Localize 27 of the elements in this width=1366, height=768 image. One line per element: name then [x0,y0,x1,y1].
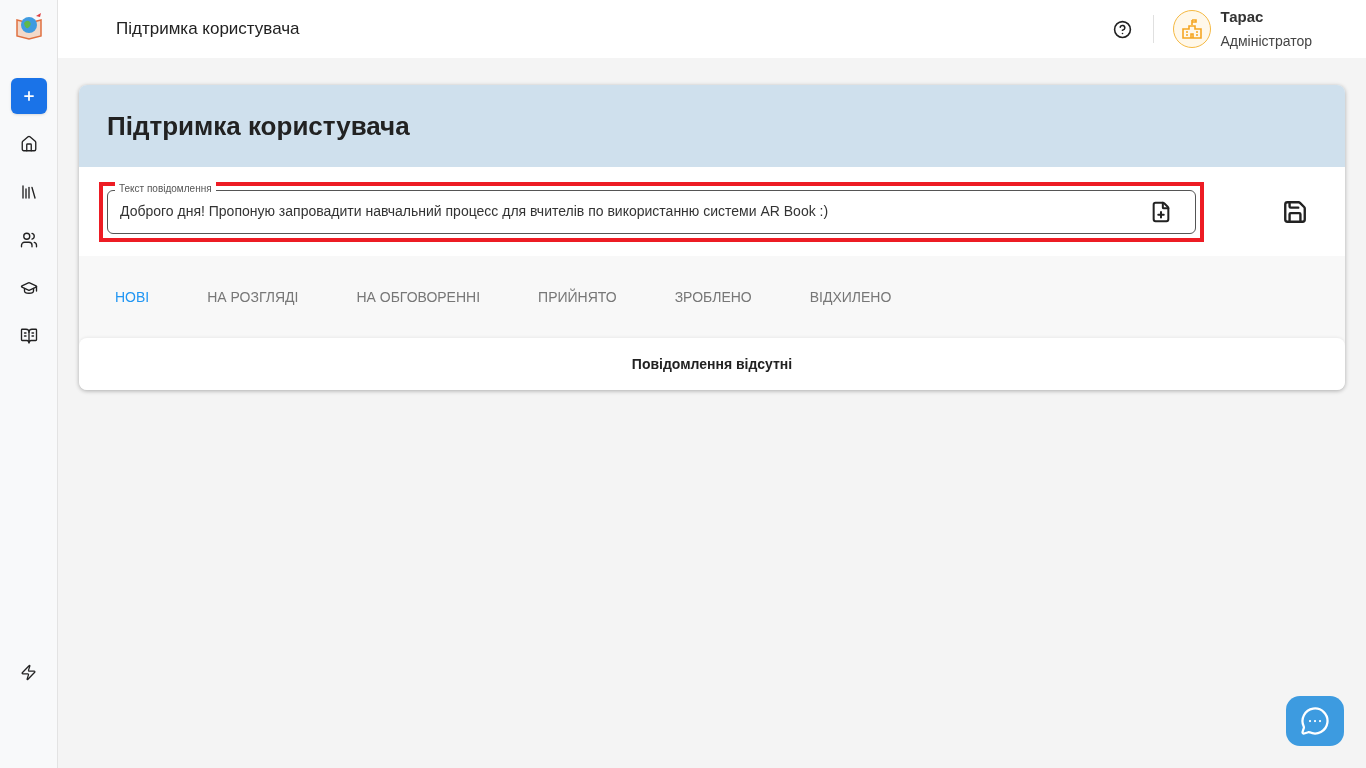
home-icon [19,135,38,153]
message-text: Доброго дня! Пропоную запровадити навчальний процесс для вчителів по використанню системи AR Book :) [120,202,829,221]
book-icon [19,327,38,345]
globe-book-logo[interactable] [13,12,44,40]
card-title: Підтримка користувача [107,109,410,143]
chat-bubble-icon [1300,706,1330,736]
user-role: Адміністратор [1220,31,1312,51]
user-name: Тарас [1220,7,1265,28]
field-label: Текст повідомлення [115,181,216,196]
status-tab[interactable]: НА ОБГОВОРЕННІ [356,286,481,308]
page-title: Підтримка користувача [116,18,300,41]
school-building-icon [1181,19,1204,39]
status-tab[interactable]: ЗРОБЛЕНО [674,286,752,308]
chat-button[interactable] [1286,696,1344,746]
empty-message: Повідомлення відсутні [631,354,793,374]
graduation-cap-icon [19,279,38,297]
save-icon [1282,198,1308,225]
help-icon [1112,19,1132,39]
status-tab[interactable]: ПРИЙНЯТО [538,286,617,308]
books-icon [19,183,38,201]
plus-icon [21,89,36,103]
status-tab[interactable]: ВІДХИЛЕНО [809,286,892,308]
users-icon [19,231,38,249]
file-plus-icon [1150,200,1172,223]
lightning-icon [20,663,37,681]
status-tab[interactable]: НОВІ [115,286,150,308]
status-tab[interactable]: НА РОЗГЛЯДІ [207,286,299,308]
